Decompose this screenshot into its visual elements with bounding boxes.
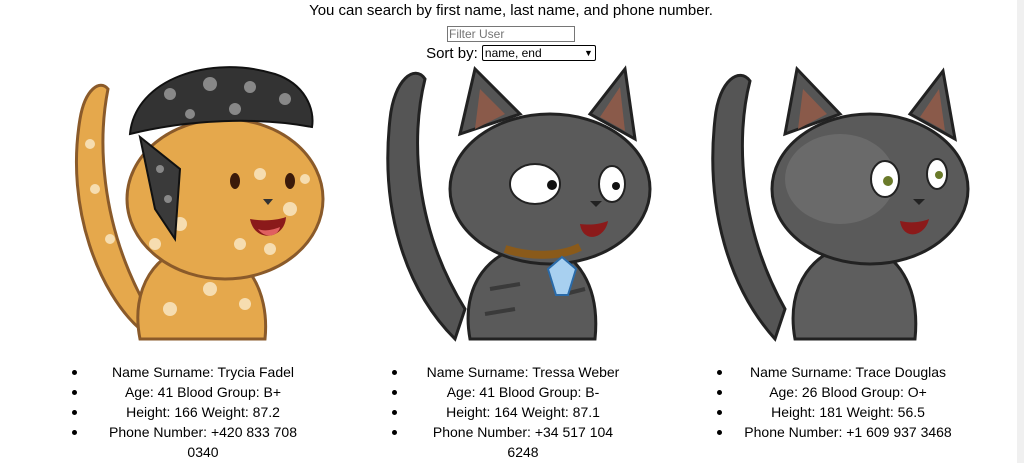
name-line: Name Surname: Tressa Weber xyxy=(380,362,628,382)
phone-line: Phone Number: +1 609 937 3468 xyxy=(705,422,953,442)
user-details: Name Surname: Trace Douglas Age: 26 Bloo… xyxy=(705,362,1024,442)
height-weight-line: Height: 164 Weight: 87.1 xyxy=(380,402,628,422)
cat-avatar-image xyxy=(711,65,970,342)
height-weight-line: Height: 181 Weight: 56.5 xyxy=(705,402,953,422)
age-blood-line: Age: 41 Blood Group: B- xyxy=(380,382,628,402)
age-blood-line: Age: 26 Blood Group: O+ xyxy=(705,382,953,402)
name-line: Name Surname: Trycia Fadel xyxy=(60,362,308,382)
phone-line: Phone Number: +420 833 708 0340 xyxy=(60,422,308,462)
phone-line: Phone Number: +34 517 104 6248 xyxy=(380,422,628,462)
user-details: Name Surname: Trycia Fadel Age: 41 Blood… xyxy=(60,362,380,462)
filter-user-input[interactable] xyxy=(447,26,575,42)
cat-avatar-image xyxy=(386,65,652,342)
user-details: Name Surname: Tressa Weber Age: 41 Blood… xyxy=(380,362,700,462)
search-instructions: You can search by first name, last name,… xyxy=(309,2,713,19)
age-blood-line: Age: 41 Blood Group: B+ xyxy=(60,382,308,402)
cat-avatar-image xyxy=(75,66,325,341)
name-line: Name Surname: Trace Douglas xyxy=(705,362,953,382)
height-weight-line: Height: 166 Weight: 87.2 xyxy=(60,402,308,422)
search-controls: You can search by first name, last name,… xyxy=(0,2,1022,63)
